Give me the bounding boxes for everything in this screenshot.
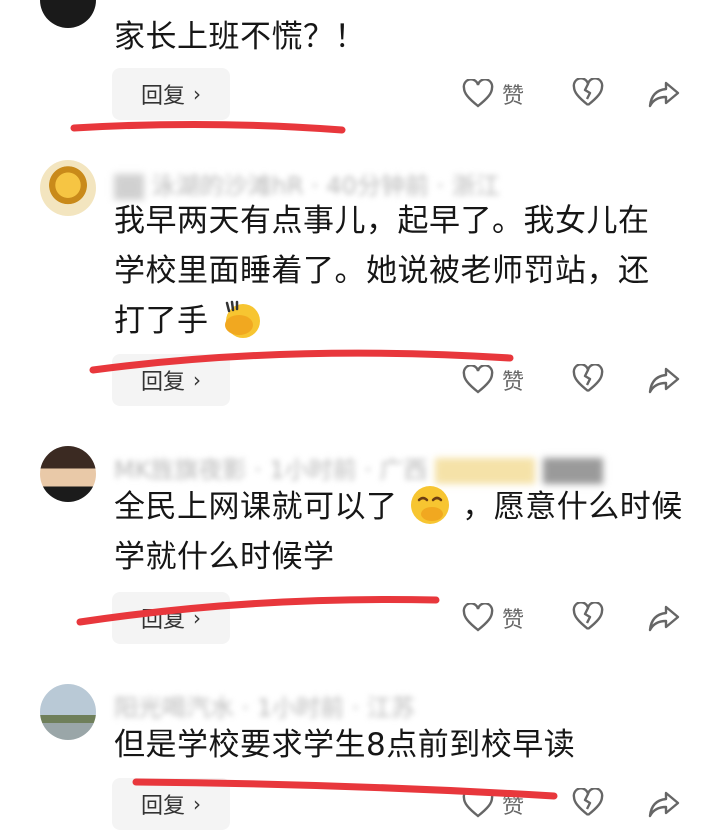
like-label: 赞 xyxy=(502,794,525,819)
comment-item-2: 泳湖的沙滩hR · 40分钟前 · 浙江 我早两天有点事儿，起早了。我女儿在 学… xyxy=(0,150,720,420)
reply-button[interactable]: 回复 › xyxy=(112,68,230,120)
dislike-button[interactable] xyxy=(572,364,604,394)
comment-text-line: 全民上网课就可以了 ，愿意什么时候 xyxy=(114,482,694,532)
avatar[interactable] xyxy=(40,160,96,216)
heart-icon xyxy=(462,365,494,394)
reply-button[interactable]: 回复 › xyxy=(112,354,230,406)
heart-icon xyxy=(462,79,494,108)
comment-meta: MK旌旗夜影 · 1小时前 · 广西 xyxy=(114,450,603,485)
comment-meta: 阳光喝汽水 · 1小时前 · 江苏 xyxy=(114,694,416,722)
like-button[interactable]: 赞 xyxy=(462,364,524,396)
comment-text-line: 我早两天有点事儿，起早了。我女儿在 xyxy=(114,203,650,239)
broken-heart-icon xyxy=(572,78,604,106)
avatar[interactable] xyxy=(40,684,96,740)
dislike-button[interactable] xyxy=(572,78,604,108)
like-label: 赞 xyxy=(502,84,525,109)
comment-text: 但是学校要求学生8点前到校早读 xyxy=(114,727,576,763)
comment-text-line: 打了手 xyxy=(114,296,694,346)
like-label: 赞 xyxy=(502,370,525,395)
reply-label: 回复 xyxy=(140,608,185,633)
comment-item-1: 家长上班不慌？！ 回复 › 赞 xyxy=(0,0,720,140)
share-arrow-icon xyxy=(648,791,680,818)
chevron-right-icon: › xyxy=(193,606,201,630)
comment-item-3: MK旌旗夜影 · 1小时前 · 广西 全民上网课就可以了 ，愿意什么时候 学就什… xyxy=(0,440,720,660)
like-label: 赞 xyxy=(502,608,525,633)
reply-button[interactable]: 回复 › xyxy=(112,592,230,644)
comment-item-4: 阳光喝汽水 · 1小时前 · 江苏 但是学校要求学生8点前到校早读 回复 › 赞 xyxy=(0,680,720,830)
reply-label: 回复 xyxy=(140,84,185,109)
avatar[interactable] xyxy=(40,446,96,502)
like-button[interactable]: 赞 xyxy=(462,602,524,634)
dislike-button[interactable] xyxy=(572,788,604,818)
comment-text-line: 学校里面睡着了。她说被老师罚站，还 xyxy=(114,253,650,289)
broken-heart-icon xyxy=(572,364,604,392)
heart-icon xyxy=(462,603,494,632)
broken-heart-icon xyxy=(572,788,604,816)
avatar[interactable] xyxy=(40,0,96,28)
chevron-right-icon: › xyxy=(193,82,201,106)
comment-text: 家长上班不慌？！ xyxy=(114,19,366,55)
comment-text: 我早两天有点事儿，起早了。我女儿在 学校里面睡着了。她说被老师罚站，还 打了手 xyxy=(114,196,694,346)
face-with-hand-emoji-icon xyxy=(224,300,260,338)
reply-button[interactable]: 回复 › xyxy=(112,778,230,830)
share-button[interactable] xyxy=(648,790,680,818)
share-button[interactable] xyxy=(648,366,680,394)
heart-icon xyxy=(462,789,494,818)
share-button[interactable] xyxy=(648,604,680,632)
comment-text-line: 学就什么时候学 xyxy=(114,539,335,575)
chevron-right-icon: › xyxy=(193,792,201,816)
share-arrow-icon xyxy=(648,367,680,394)
share-arrow-icon xyxy=(648,81,680,108)
like-button[interactable]: 赞 xyxy=(462,78,524,110)
dislike-button[interactable] xyxy=(572,602,604,632)
like-button[interactable]: 赞 xyxy=(462,788,524,820)
reply-label: 回复 xyxy=(140,794,185,819)
share-button[interactable] xyxy=(648,80,680,108)
share-arrow-icon xyxy=(648,605,680,632)
chevron-right-icon: › xyxy=(193,368,201,392)
broken-heart-icon xyxy=(572,602,604,630)
reply-label: 回复 xyxy=(140,370,185,395)
comment-text: 全民上网课就可以了 ，愿意什么时候 学就什么时候学 xyxy=(114,482,694,582)
hand-over-mouth-emoji-icon xyxy=(410,486,449,524)
